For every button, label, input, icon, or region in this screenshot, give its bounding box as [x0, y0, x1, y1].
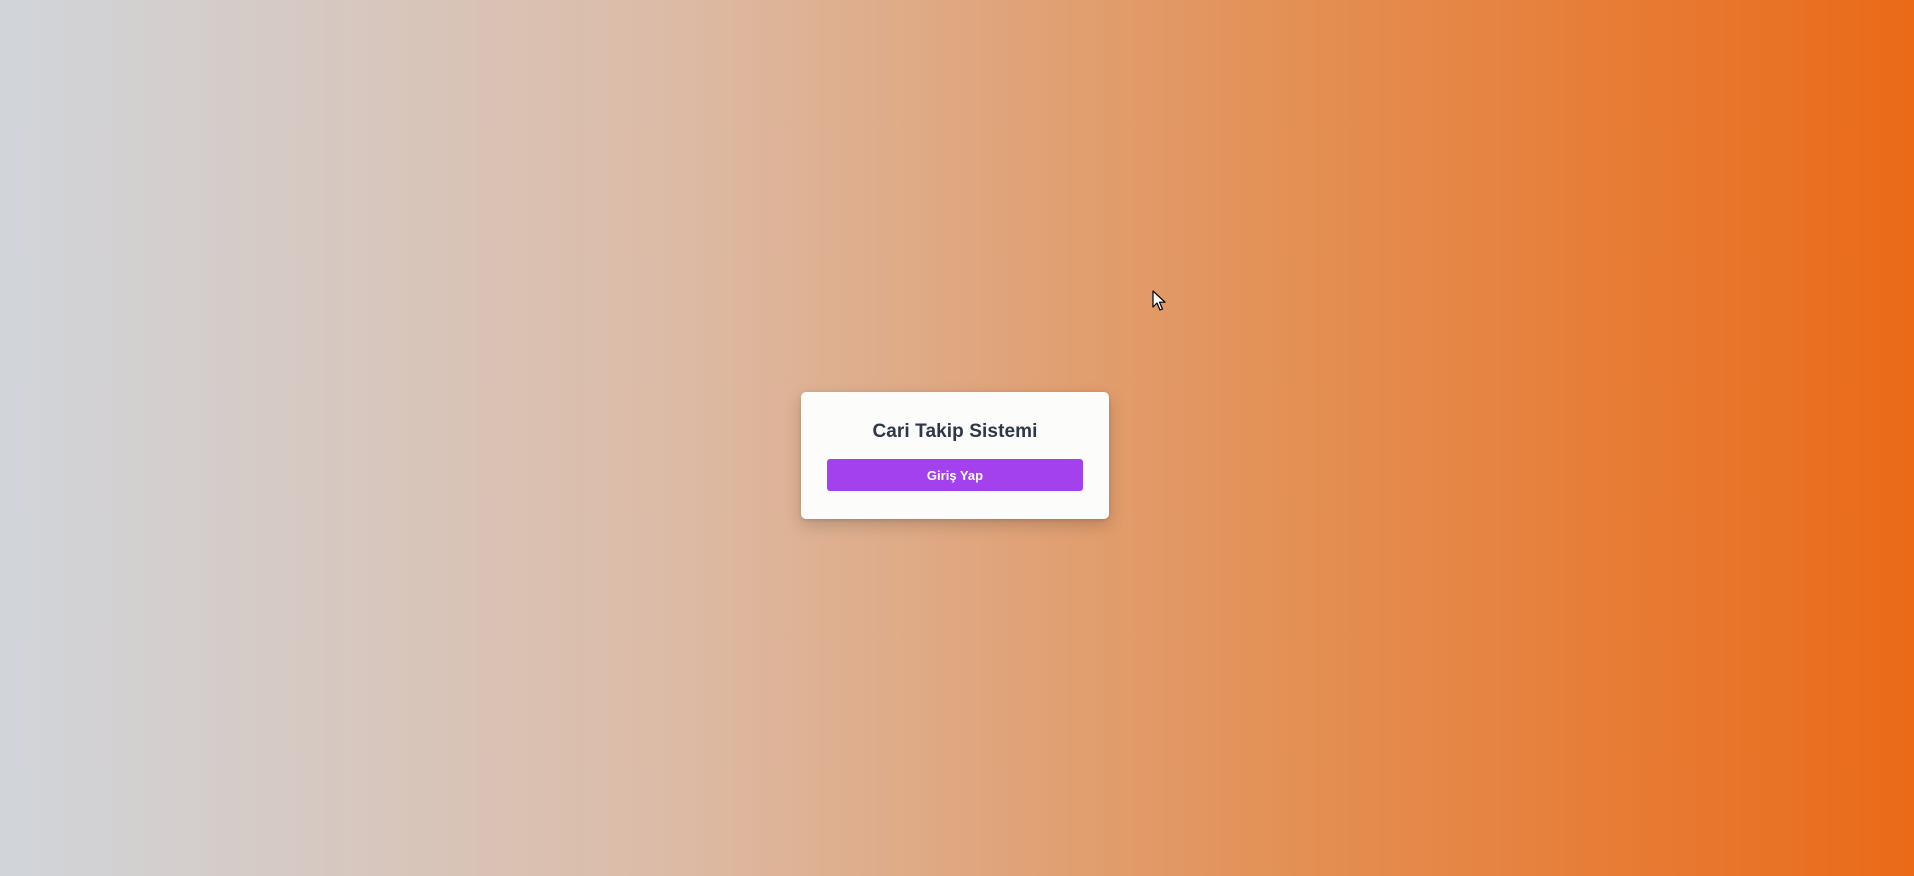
- mouse-pointer-icon: [1152, 290, 1166, 311]
- login-button[interactable]: Giriş Yap: [827, 459, 1083, 491]
- app-title: Cari Takip Sistemi: [872, 421, 1038, 442]
- login-card: Cari Takip Sistemi Giriş Yap: [801, 392, 1109, 519]
